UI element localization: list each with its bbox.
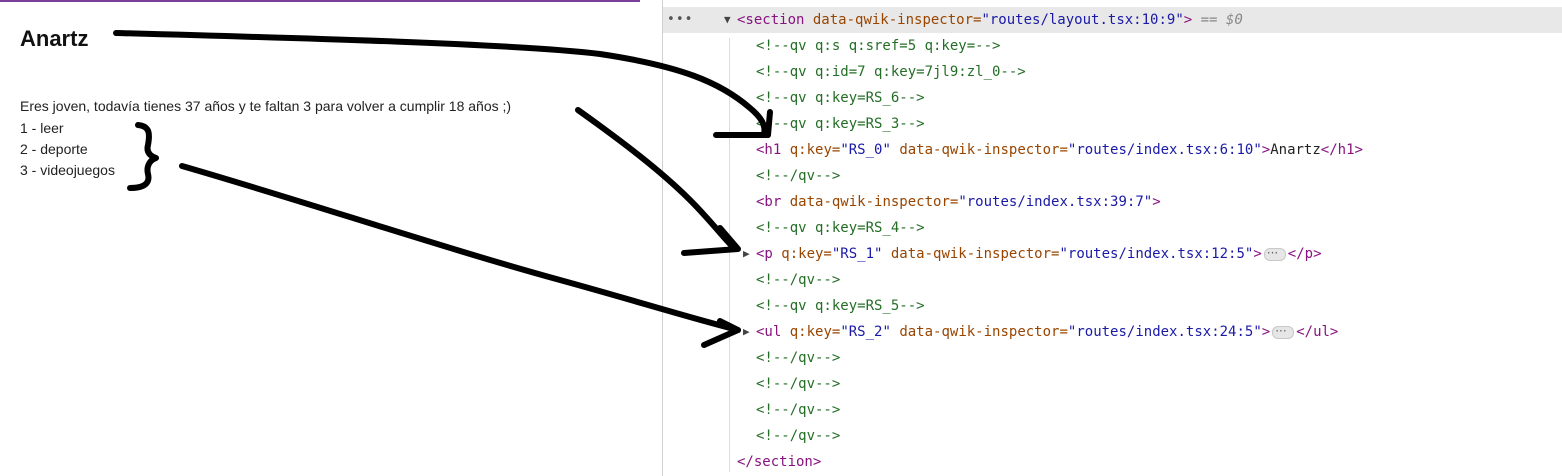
dom-node-content: </section> xyxy=(737,449,821,475)
dom-node[interactable]: <!--/qv--> xyxy=(663,345,1562,371)
ellipsis-expand-icon[interactable] xyxy=(1272,318,1295,344)
attribute-name: data-qwik-inspector= xyxy=(804,12,982,28)
dom-node-content: <!--qv q:key=RS_6--> xyxy=(756,85,925,111)
comment-text: <!--qv q:s q:sref=5 q:key=--> xyxy=(756,38,1001,54)
dom-node-content: <!--qv q:key=RS_3--> xyxy=(756,111,925,137)
attribute-name: data-qwik-inspector= xyxy=(882,246,1060,262)
dom-node[interactable]: <!--qv q:key=RS_5--> xyxy=(663,293,1562,319)
tag-bracket: > xyxy=(1183,12,1193,28)
comment-text: <!--/qv--> xyxy=(756,428,841,444)
attribute-value: "RS_0" xyxy=(840,142,891,158)
attribute-value: "routes/index.tsx:6:10" xyxy=(1067,142,1262,158)
comment-text: <!--qv q:key=RS_6--> xyxy=(756,90,925,106)
dom-node-content: <!--/qv--> xyxy=(756,371,840,397)
attribute-value: "routes/index.tsx:12:5" xyxy=(1059,246,1254,262)
dom-node[interactable]: ▶ <p q:key="RS_1" data-qwik-inspector="ro… xyxy=(663,240,1562,267)
dom-node[interactable]: <!--qv q:key=RS_4--> xyxy=(663,215,1562,241)
list-item: 2 - deporte xyxy=(20,141,88,157)
dom-node-content: <!--/qv--> xyxy=(756,345,840,371)
top-border xyxy=(0,0,640,2)
tag-name: <p xyxy=(756,246,773,262)
dom-node-selected[interactable]: ••• ▼ <section data-qwik-inspector="routes… xyxy=(663,7,1562,33)
dom-node-content: <!--/qv--> xyxy=(756,397,840,423)
dom-node[interactable]: <!--qv q:key=RS_3--> xyxy=(663,111,1562,137)
attribute-name: q:key= xyxy=(772,246,832,262)
list-item: 3 - videojuegos xyxy=(20,162,115,178)
dom-node-content: <br data-qwik-inspector="routes/index.ts… xyxy=(756,189,1161,215)
dom-node-content: <!--/qv--> xyxy=(756,423,840,449)
dom-node[interactable]: <!--/qv--> xyxy=(663,163,1562,189)
tag-name: <ul xyxy=(756,324,782,340)
attribute-name: data-qwik-inspector= xyxy=(890,142,1068,158)
comment-text: <!--qv q:key=RS_5--> xyxy=(756,298,925,314)
tag-bracket: > xyxy=(1152,194,1161,210)
dom-node[interactable]: <!--/qv--> xyxy=(663,397,1562,423)
dom-node-content: <p q:key="RS_1" data-qwik-inspector="rou… xyxy=(756,240,1322,267)
dom-node-content: <!--qv q:key=RS_4--> xyxy=(756,215,925,241)
more-options-icon[interactable]: ••• xyxy=(667,7,693,33)
attribute-name: q:key= xyxy=(781,142,841,158)
dom-node-content: <h1 q:key="RS_0" data-qwik-inspector="ro… xyxy=(756,137,1363,163)
attribute-value: "routes/layout.tsx:10:9" xyxy=(981,12,1184,28)
collapse-triangle-icon[interactable]: ▼ xyxy=(724,7,731,33)
console-ref: == $0 xyxy=(1192,12,1243,28)
page-heading: Anartz xyxy=(20,26,89,51)
tag-bracket: > xyxy=(1261,142,1271,158)
comment-text: <!--qv q:key=RS_3--> xyxy=(756,116,925,132)
dom-node-content: <!--qv q:id=7 q:key=7jl9:zl_0--> xyxy=(756,59,1026,85)
dom-node-content: <!--/qv--> xyxy=(756,163,840,189)
tag-bracket: > xyxy=(1253,246,1262,262)
attribute-name: data-qwik-inspector= xyxy=(781,194,959,210)
dom-node-content: <!--qv q:s q:sref=5 q:key=--> xyxy=(756,33,1000,59)
attribute-value: "routes/index.tsx:24:5" xyxy=(1067,324,1262,340)
tag-name: <h1 xyxy=(756,142,782,158)
dom-node-content: <ul q:key="RS_2" data-qwik-inspector="ro… xyxy=(756,318,1339,345)
page-list: 1 - leer 2 - deporte 3 - videojuegos xyxy=(20,118,115,181)
devtools-elements-panel: ••• ▼ <section data-qwik-inspector="routes… xyxy=(663,0,1562,476)
comment-text: <!--/qv--> xyxy=(756,168,841,184)
attribute-value: "RS_2" xyxy=(840,324,891,340)
dom-node[interactable]: <!--qv q:s q:sref=5 q:key=--> xyxy=(663,33,1562,59)
comment-text: <!--qv q:key=RS_4--> xyxy=(756,220,925,236)
attribute-value: "routes/index.tsx:39:7" xyxy=(958,194,1153,210)
rendered-page: Anartz Eres joven, todavía tienes 37 año… xyxy=(0,0,662,476)
closing-tag: </ul> xyxy=(1296,324,1339,340)
dom-node[interactable]: <!--qv q:id=7 q:key=7jl9:zl_0--> xyxy=(663,59,1562,85)
node-text: Anartz xyxy=(1270,142,1321,158)
ellipsis-expand-icon[interactable] xyxy=(1263,240,1286,266)
dom-node[interactable]: <!--/qv--> xyxy=(663,423,1562,449)
tag-bracket: > xyxy=(1261,324,1271,340)
dom-node[interactable]: <!--/qv--> xyxy=(663,371,1562,397)
dom-node[interactable]: </section> xyxy=(663,449,1562,475)
closing-tag: </section> xyxy=(737,454,822,470)
comment-text: <!--/qv--> xyxy=(756,350,841,366)
dom-node[interactable]: ▶ <ul q:key="RS_2" data-qwik-inspector="r… xyxy=(663,318,1562,345)
dom-node[interactable]: <!--/qv--> xyxy=(663,267,1562,293)
dom-node[interactable]: <!--qv q:key=RS_6--> xyxy=(663,85,1562,111)
attribute-name: data-qwik-inspector= xyxy=(890,324,1068,340)
closing-tag: </p> xyxy=(1287,246,1322,262)
tag-name: <br xyxy=(756,194,782,210)
expand-triangle-icon[interactable]: ▶ xyxy=(743,319,750,345)
dom-node-content: <section data-qwik-inspector="routes/lay… xyxy=(737,7,1243,33)
dom-node-content: <!--/qv--> xyxy=(756,267,840,293)
expand-triangle-icon[interactable]: ▶ xyxy=(743,241,750,267)
comment-text: <!--/qv--> xyxy=(756,272,841,288)
closing-tag: </h1> xyxy=(1320,142,1363,158)
dom-node-content: <!--qv q:key=RS_5--> xyxy=(756,293,925,319)
comment-text: <!--qv q:id=7 q:key=7jl9:zl_0--> xyxy=(756,64,1026,80)
dom-node[interactable]: <h1 q:key="RS_0" data-qwik-inspector="ro… xyxy=(663,137,1562,163)
comment-text: <!--/qv--> xyxy=(756,376,841,392)
dom-node[interactable]: <br data-qwik-inspector="routes/index.ts… xyxy=(663,189,1562,215)
attribute-value: "RS_1" xyxy=(831,246,883,262)
list-item: 1 - leer xyxy=(20,120,64,136)
attribute-name: q:key= xyxy=(781,324,841,340)
comment-text: <!--/qv--> xyxy=(756,402,841,418)
page-paragraph: Eres joven, todavía tienes 37 años y te … xyxy=(20,98,512,114)
tag-name: <section xyxy=(737,12,805,28)
